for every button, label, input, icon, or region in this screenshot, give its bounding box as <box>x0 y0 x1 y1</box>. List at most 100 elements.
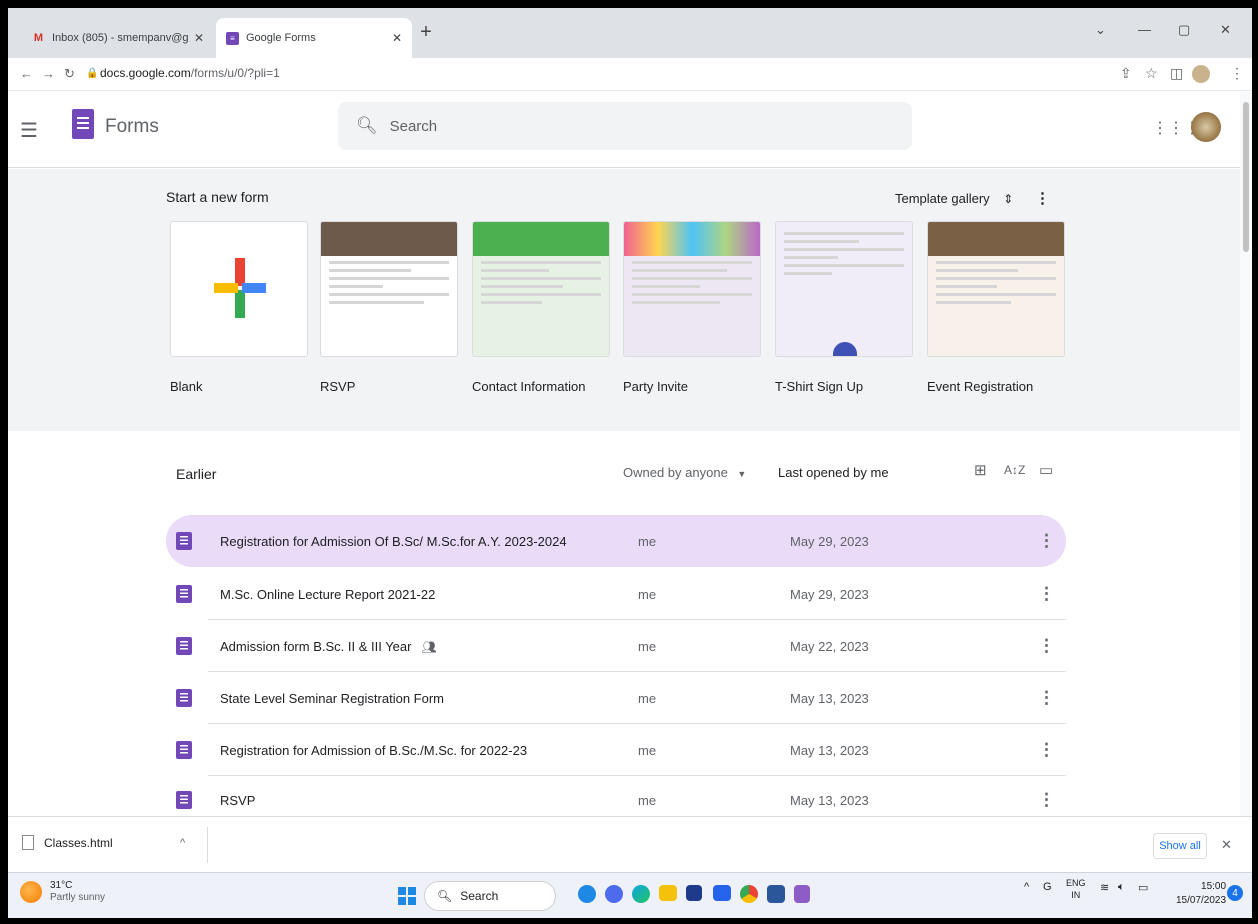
more-options-icon[interactable]: ⋮ <box>1038 790 1055 810</box>
gmail-icon: M <box>33 32 44 44</box>
browser-window: M Inbox (805) - smempanv@gmail ✕ ≡ Googl… <box>8 8 1252 918</box>
show-all-button[interactable]: Show all <box>1153 833 1207 859</box>
taskbar-search[interactable]: 🔍︎ Search <box>424 881 556 911</box>
template-gallery-label: Template gallery <box>895 191 990 206</box>
mail-icon[interactable] <box>713 885 731 901</box>
side-panel-icon[interactable]: ◫ <box>1170 65 1183 82</box>
chevron-up-icon[interactable]: ^ <box>180 837 185 849</box>
account-avatar[interactable] <box>1191 112 1221 142</box>
folder-icon[interactable]: ▭ <box>1039 461 1053 479</box>
close-icon[interactable]: ✕ <box>1221 837 1232 853</box>
owner-filter-label: Owned by anyone <box>623 465 728 480</box>
form-icon <box>176 791 192 809</box>
word-icon[interactable] <box>767 885 785 903</box>
search-placeholder: Search <box>389 117 438 135</box>
sort-label[interactable]: Last opened by me <box>778 465 889 480</box>
bookmark-star-icon[interactable]: ☆ <box>1145 65 1158 82</box>
edge-icon[interactable] <box>632 885 650 903</box>
template-name[interactable]: Contact Information <box>472 379 585 394</box>
form-date: May 29, 2023 <box>790 586 869 602</box>
tab-search-icon[interactable]: ⌄ <box>1095 22 1106 38</box>
form-row[interactable]: M.Sc. Online Lecture Report 2021-22 me M… <box>166 568 1066 620</box>
search-box[interactable]: 🔍︎ Search <box>338 102 912 150</box>
template-name[interactable]: Event Registration <box>927 379 1033 394</box>
url-field[interactable]: docs.google.com/forms/u/0/?pli=1 <box>100 66 280 80</box>
search-icon: 🔍︎ <box>437 889 453 903</box>
template-name[interactable]: Party Invite <box>623 379 688 394</box>
notification-badge[interactable]: 4 <box>1227 885 1243 901</box>
close-tab-icon[interactable]: ✕ <box>194 31 204 45</box>
forms-app-icon[interactable] <box>794 885 810 903</box>
more-options-icon[interactable]: ⋮ <box>1038 688 1055 708</box>
minimize-icon[interactable]: — <box>1138 22 1151 37</box>
app-header: ☰ Forms 🔍︎ Search ⋮⋮⋮ <box>8 92 1252 168</box>
owner-filter-dropdown[interactable]: Owned by anyone ▼ <box>623 465 746 480</box>
download-item[interactable]: Classes.html <box>22 835 113 850</box>
tab-gmail[interactable]: M Inbox (805) - smempanv@gmail ✕ <box>22 18 214 58</box>
wifi-icon[interactable]: ≋ <box>1100 881 1109 894</box>
reload-icon[interactable]: ↻ <box>64 66 75 82</box>
form-row[interactable]: Registration for Admission Of B.Sc/ M.Sc… <box>166 515 1066 567</box>
battery-icon[interactable]: ▭ <box>1138 881 1148 894</box>
forms-icon: ≡ <box>226 31 239 45</box>
template-contact-information[interactable] <box>472 221 610 357</box>
template-blank[interactable] <box>170 221 308 357</box>
volume-icon[interactable]: 🔈︎ <box>1118 881 1125 894</box>
app-name[interactable]: Forms <box>105 116 159 138</box>
divider <box>207 827 208 863</box>
form-row[interactable]: Admission form B.Sc. II & III Year 👥︎ me … <box>166 620 1066 672</box>
back-icon[interactable]: ← <box>20 66 33 81</box>
more-options-icon[interactable]: ⋮ <box>1038 584 1055 604</box>
lang-bottom: IN <box>1071 890 1081 900</box>
section-heading: Start a new form <box>166 189 269 205</box>
template-party-invite[interactable] <box>623 221 761 357</box>
clock[interactable]: 15:00 15/07/2023 <box>1176 880 1226 908</box>
tray-app-icon[interactable]: G <box>1043 881 1052 893</box>
download-bar: Classes.html ^ Show all ✕ <box>8 816 1252 872</box>
weather-text: Partly sunny <box>50 892 106 903</box>
template-gallery-button[interactable]: Template gallery ⇕ ⋮ <box>895 189 1050 207</box>
chat-icon[interactable] <box>605 885 623 903</box>
lock-icon[interactable]: 🔒 <box>86 68 98 79</box>
template-rsvp[interactable] <box>320 221 458 357</box>
template-name[interactable]: Blank <box>170 379 203 394</box>
share-icon[interactable]: ⇪ <box>1120 65 1132 82</box>
store-icon[interactable] <box>686 885 702 901</box>
file-icon <box>22 835 34 850</box>
close-window-icon[interactable]: ✕ <box>1220 22 1231 38</box>
tab-google-forms[interactable]: ≡ Google Forms ✕ <box>216 18 412 58</box>
file-explorer-icon[interactable] <box>659 885 677 901</box>
profile-avatar[interactable] <box>1192 65 1210 83</box>
form-title: Admission form B.Sc. II & III Year <box>220 638 412 654</box>
start-icon[interactable] <box>398 887 416 905</box>
main-menu-icon[interactable]: ☰ <box>20 118 38 143</box>
language-indicator[interactable]: ENG IN <box>1066 877 1086 901</box>
template-event-registration[interactable] <box>927 221 1065 357</box>
shared-users-icon: 👥︎ <box>421 639 437 654</box>
search-icon[interactable]: 🔍︎ <box>356 116 378 136</box>
scrollbar-thumb[interactable] <box>1243 102 1249 252</box>
more-options-icon[interactable]: ⋮ <box>1038 531 1055 551</box>
close-tab-icon[interactable]: ✕ <box>392 31 402 45</box>
weather-widget[interactable]: 31°C Partly sunny <box>20 880 105 904</box>
restore-icon[interactable]: ▢ <box>1178 22 1190 38</box>
grid-view-icon[interactable]: ⊞ <box>974 461 987 479</box>
more-options-icon[interactable]: ⋮ <box>1038 740 1055 760</box>
forms-logo-icon[interactable] <box>72 109 94 139</box>
form-row[interactable]: Registration for Admission of B.Sc./M.Sc… <box>166 724 1066 776</box>
browser-menu-icon[interactable]: ⋮ <box>1230 65 1244 82</box>
forward-icon[interactable]: → <box>42 66 55 81</box>
bing-icon[interactable] <box>578 885 596 903</box>
tray-overflow-icon[interactable]: ^ <box>1024 881 1029 893</box>
tab-strip: M Inbox (805) - smempanv@gmail ✕ ≡ Googl… <box>8 8 1252 58</box>
template-name[interactable]: T-Shirt Sign Up <box>775 379 863 394</box>
form-row[interactable]: State Level Seminar Registration Form me… <box>166 672 1066 724</box>
new-tab-button[interactable]: + <box>414 21 438 44</box>
template-t-shirt-sign-up[interactable] <box>775 221 913 357</box>
sort-az-icon[interactable]: A↕Z <box>1004 463 1025 477</box>
scrollbar[interactable] <box>1240 92 1252 816</box>
chrome-icon[interactable] <box>740 885 758 903</box>
more-options-icon[interactable]: ⋮ <box>1038 636 1055 656</box>
more-options-icon[interactable]: ⋮ <box>1035 190 1050 207</box>
template-name[interactable]: RSVP <box>320 379 355 394</box>
